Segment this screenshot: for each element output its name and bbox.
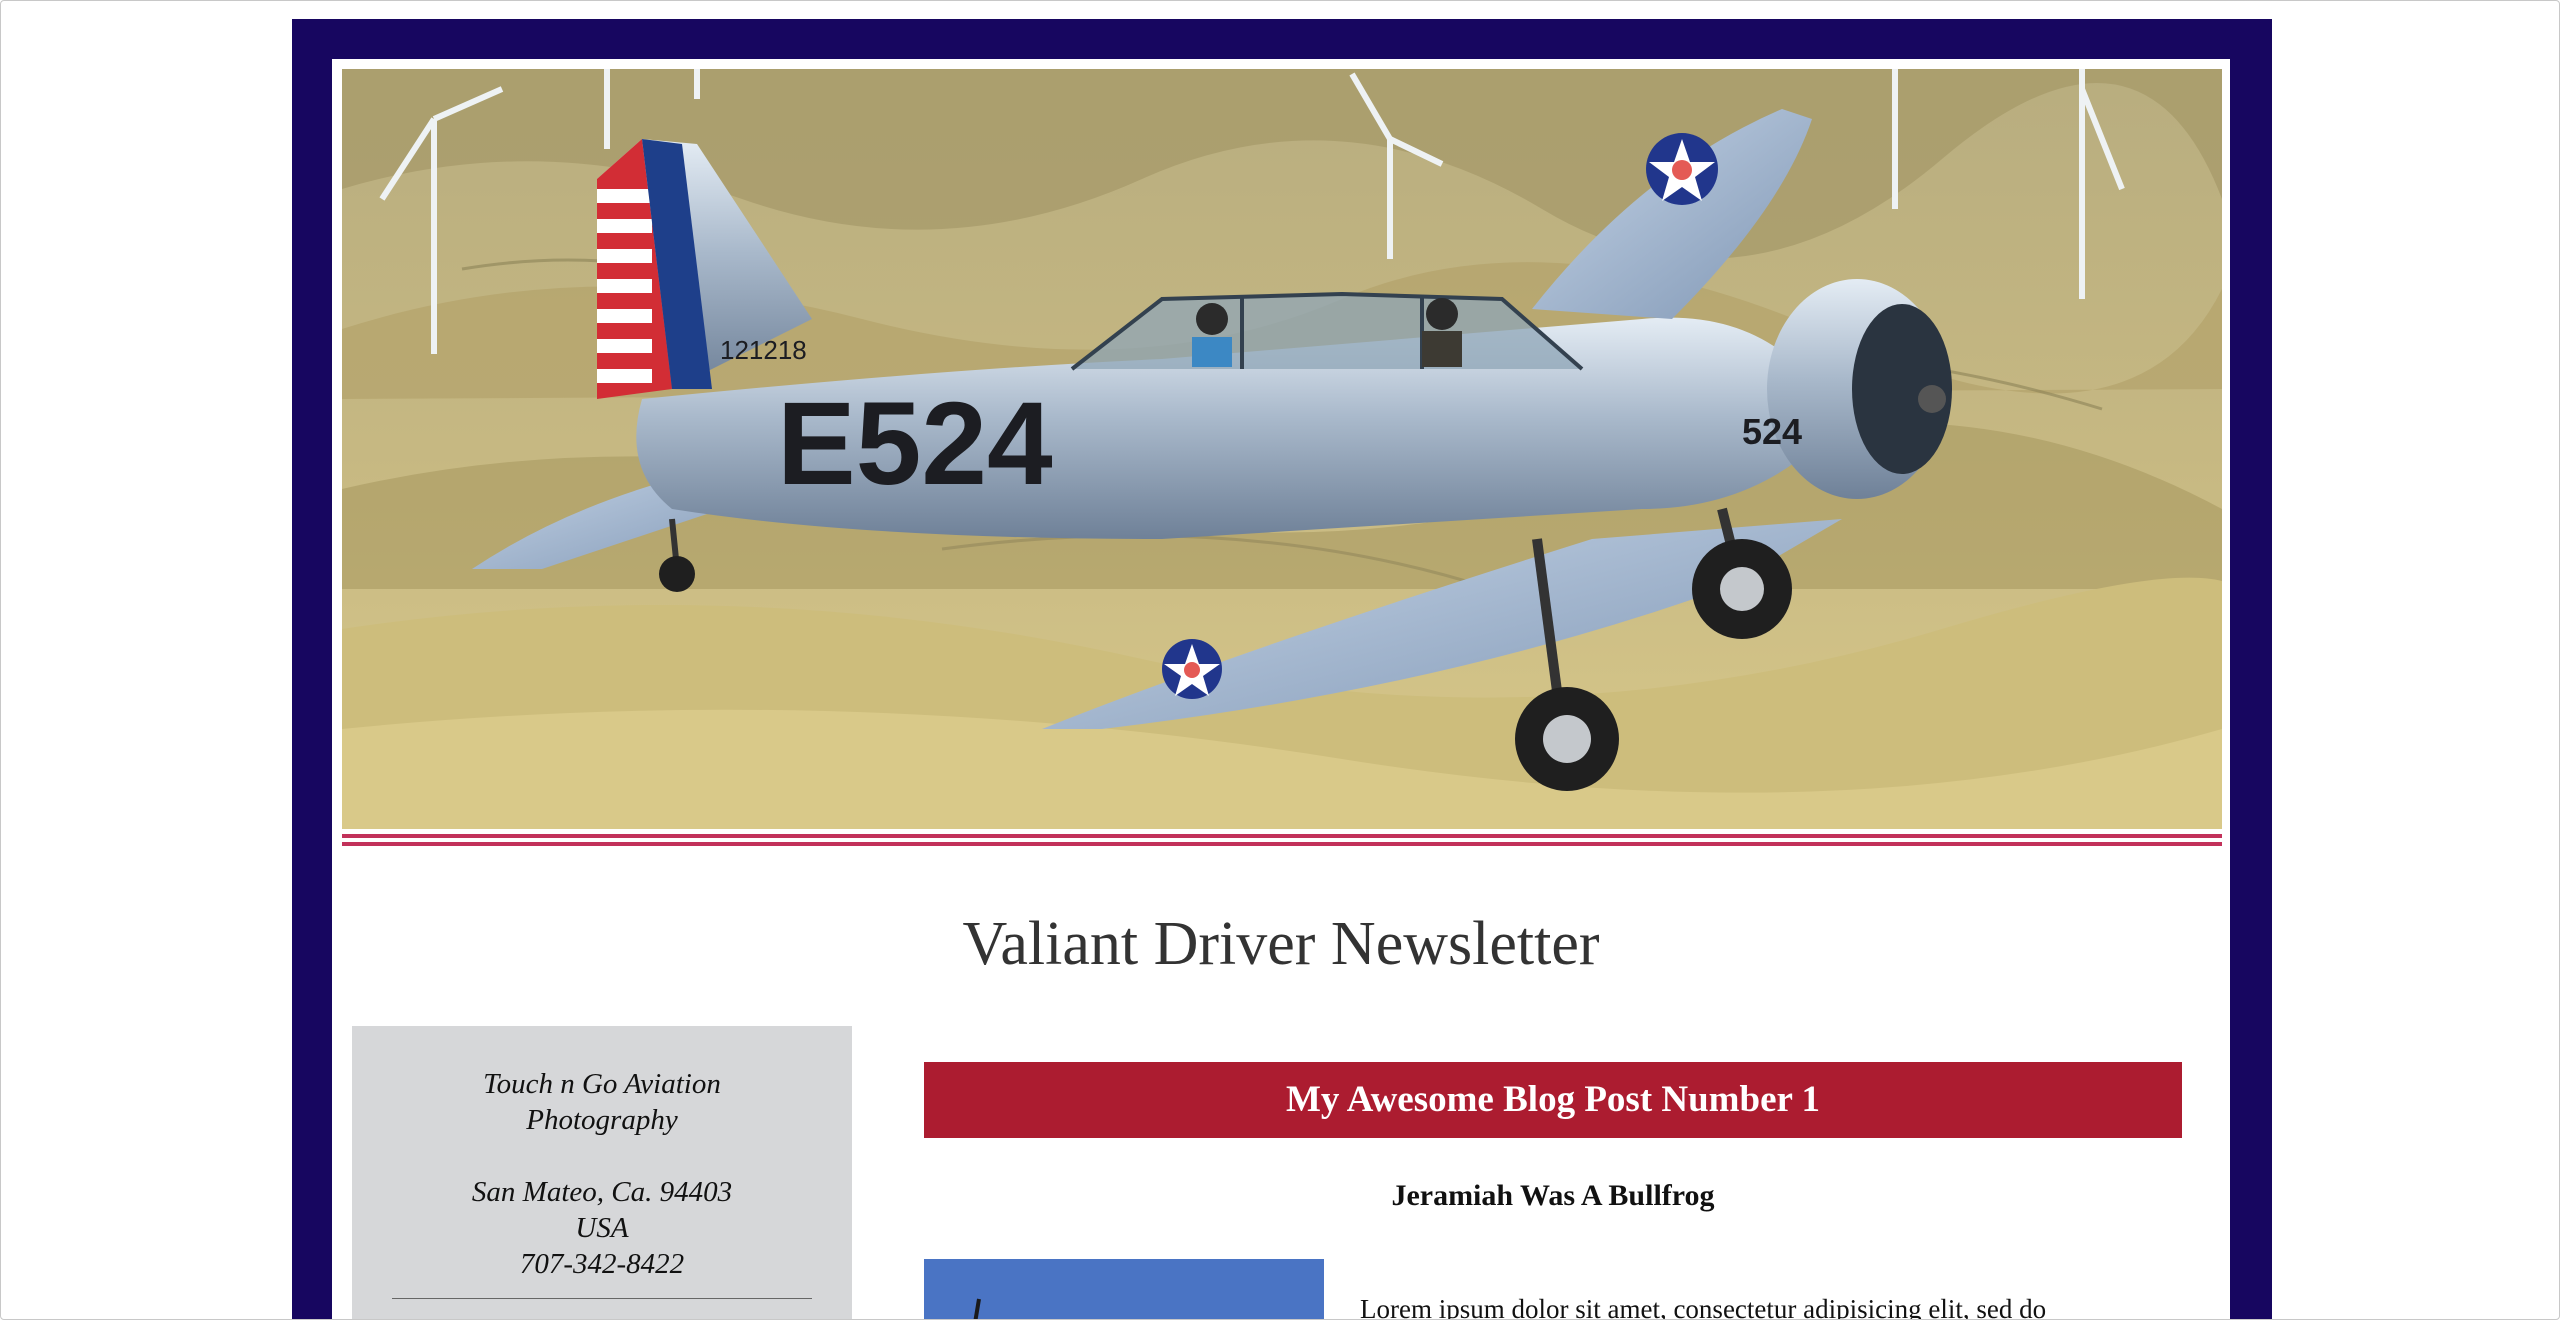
post-title[interactable]: My Awesome Blog Post Number 1 [924,1062,2182,1138]
phone-number[interactable]: 707-342-8422 [352,1246,852,1282]
newsletter-title: Valiant Driver Newsletter [962,910,1600,978]
fuselage-code: E524 [777,378,1053,510]
post-subtitle: Jeramiah Was A Bullfrog [1391,1179,1715,1212]
post-image [924,1259,1324,1319]
address-line: USA [575,1212,629,1244]
page-frame: E524 121218 524 Valiant Driver Newslette… [292,19,2272,1320]
accent-rule-bottom [342,842,2222,846]
hero-image: E524 121218 524 [342,69,2222,829]
post-body: Lorem ipsum dolor sit amet, consectetur … [1360,1294,2047,1320]
address-line: San Mateo, Ca. 94403 [471,1176,733,1208]
browser-viewport: E524 121218 524 Valiant Driver Newslette… [0,0,2560,1320]
sidebar-divider [392,1298,812,1299]
cowl-number: 524 [1742,411,1802,452]
address-line: Photography [526,1104,678,1136]
accent-rule-top [342,834,2222,838]
page-content: E524 121218 524 Valiant Driver Newslette… [332,59,2230,1320]
tail-number: 121218 [720,335,807,365]
address-line [352,1138,852,1174]
address-line: Touch n Go Aviation [483,1068,721,1100]
sidebar-contact: Touch n Go Aviation Photography San Mate… [352,1026,852,1319]
contact-address: Touch n Go Aviation Photography San Mate… [352,1066,852,1282]
